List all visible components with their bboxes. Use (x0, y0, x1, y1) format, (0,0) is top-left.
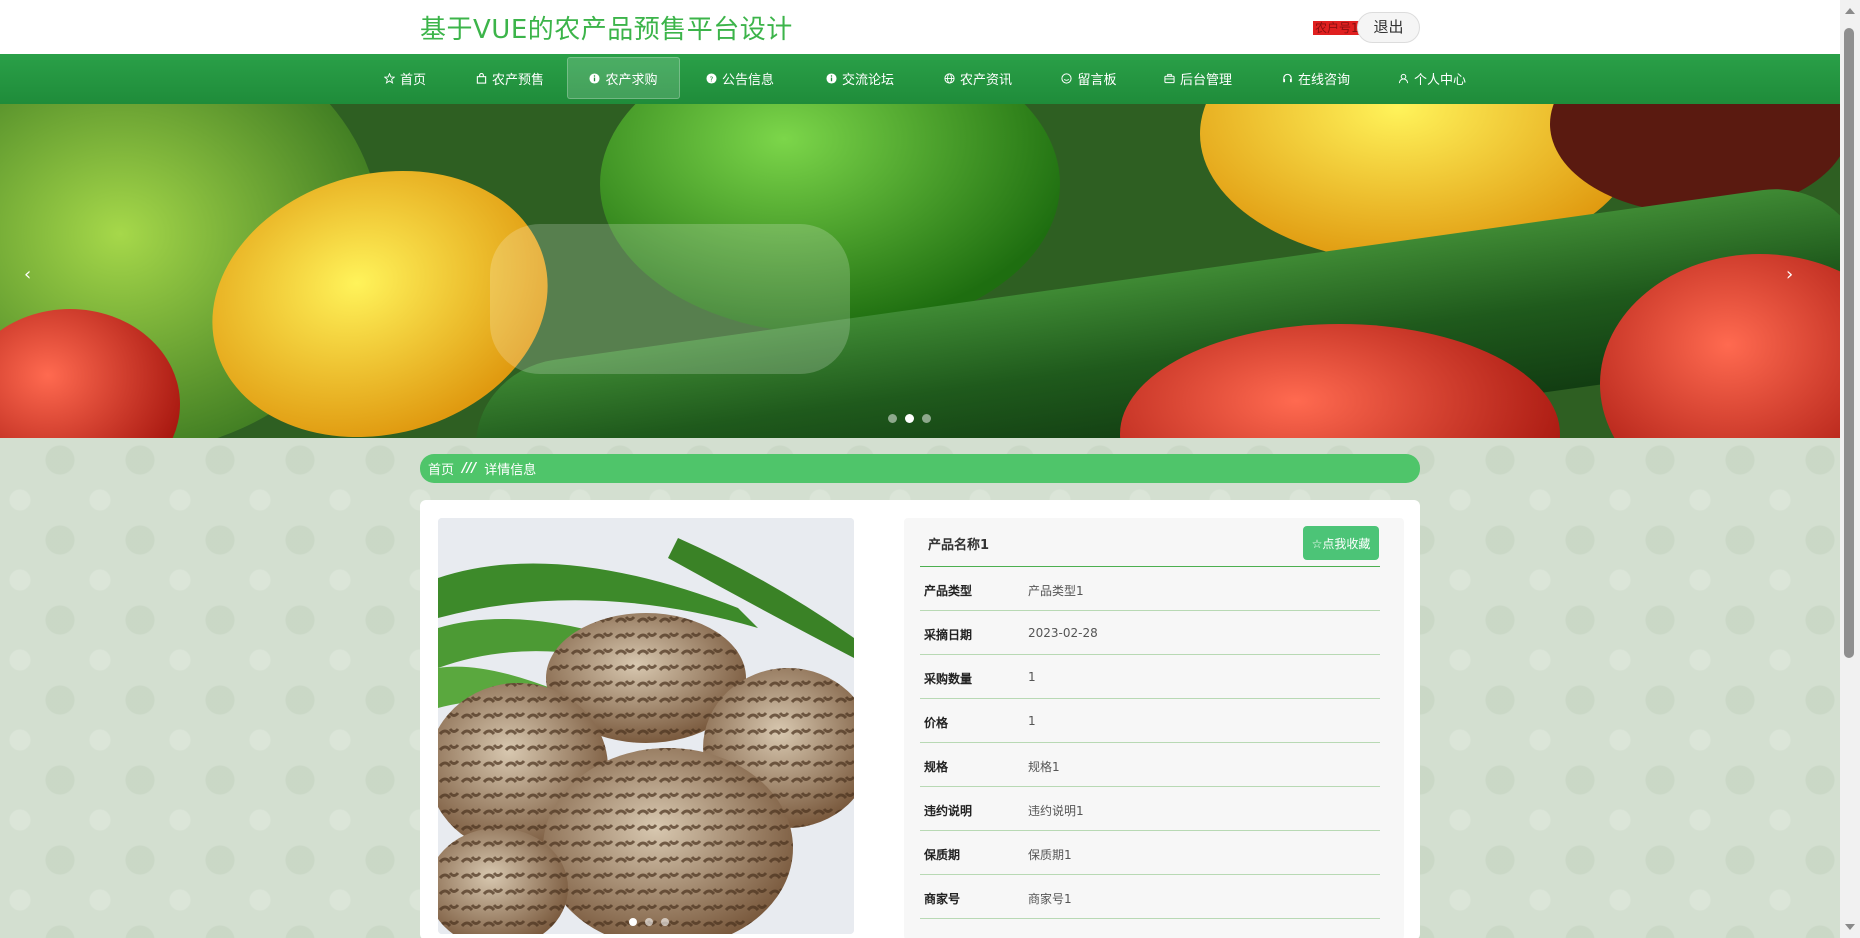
nav-item-admin[interactable]: 后台管理 (1158, 57, 1238, 99)
image-dots (629, 918, 669, 926)
detail-key: 产品类型 (924, 584, 973, 598)
detail-value: 保质期1 (1028, 848, 1072, 862)
banner-dot[interactable] (922, 414, 931, 423)
nav-item-purchase[interactable]: 农产求购 (567, 57, 680, 99)
banner-carousel: ‹ › (0, 104, 1840, 438)
banner-image (0, 104, 1840, 438)
info-icon (589, 72, 601, 84)
banner-dots (888, 414, 931, 423)
nav-item-label: 农产资讯 (959, 72, 1012, 88)
briefcase-icon (1164, 73, 1175, 83)
image-dot[interactable] (661, 918, 669, 926)
nav-item-notices[interactable]: ? 公告信息 (700, 57, 780, 99)
product-details-panel: 产品名称1 ☆点我收藏 产品类型 产品类型1 采摘日期 2023-02-28 采… (904, 518, 1404, 938)
nav-item-forum[interactable]: 交流论坛 (820, 57, 900, 99)
detail-key: 保质期 (924, 848, 961, 862)
detail-key: 采摘日期 (924, 628, 973, 642)
current-user-name: 农户号1 (1313, 21, 1361, 35)
nav-item-label: 农产预售 (491, 72, 544, 88)
top-header: 基于VUE的农产品预售平台设计 农户号1 退出 (0, 0, 1840, 54)
image-dot-active[interactable] (629, 918, 637, 926)
nav-item-label: 后台管理 (1179, 72, 1232, 88)
product-image (438, 518, 854, 934)
star-icon (383, 72, 395, 84)
image-dot[interactable] (645, 918, 653, 926)
detail-value: 1 (1028, 714, 1036, 728)
detail-value: 产品类型1 (1028, 584, 1084, 598)
detail-row-pick-date: 采摘日期 2023-02-28 (920, 611, 1380, 655)
favorite-button[interactable]: ☆点我收藏 (1303, 526, 1379, 560)
message-icon (1061, 72, 1073, 84)
banner-dot-active[interactable] (905, 414, 914, 423)
banner-dot[interactable] (888, 414, 897, 423)
logout-button[interactable]: 退出 (1357, 12, 1420, 43)
scroll-up-icon[interactable] (1845, 8, 1855, 14)
main-nav: 首页 农产预售 农产求购 ? 公告信息 交流论坛 农产资讯 留言板 后台管理 在… (0, 54, 1840, 104)
detail-value: 商家号1 (1028, 892, 1072, 906)
scroll-down-icon[interactable] (1845, 924, 1855, 930)
detail-value: 1 (1028, 670, 1036, 684)
nav-item-label: 公告信息 (721, 72, 774, 88)
nav-item-profile[interactable]: 个人中心 (1392, 57, 1472, 99)
globe-icon (944, 72, 955, 84)
nav-item-label: 首页 (399, 72, 426, 88)
nav-item-presale[interactable]: 农产预售 (460, 57, 560, 99)
user-icon (1398, 73, 1409, 83)
product-name: 产品名称1 (928, 538, 990, 553)
detail-key: 商家号 (924, 892, 961, 906)
detail-key: 违约说明 (924, 804, 973, 818)
detail-row-breach: 违约说明 违约说明1 (920, 787, 1380, 831)
detail-row-shelf-life: 保质期 保质期1 (920, 831, 1380, 875)
nav-item-home[interactable]: 首页 (370, 57, 440, 99)
nav-item-label: 在线咨询 (1297, 72, 1350, 88)
breadcrumb-home[interactable]: 首页 (428, 459, 454, 478)
detail-key: 采购数量 (924, 672, 973, 686)
detail-value: 违约说明1 (1028, 804, 1084, 818)
nav-item-label: 个人中心 (1413, 72, 1466, 88)
scroll-thumb[interactable] (1844, 28, 1854, 658)
breadcrumb: 首页 /// 详情信息 (420, 454, 1420, 483)
site-title: 基于VUE的农产品预售平台设计 (420, 15, 793, 45)
detail-key: 规格 (924, 760, 949, 774)
headset-icon (1283, 73, 1292, 82)
nav-item-label: 留言板 (1077, 72, 1117, 88)
detail-row-quantity: 采购数量 1 (920, 655, 1380, 699)
detail-value: 规格1 (1028, 760, 1060, 774)
detail-row-product-type: 产品类型 产品类型1 (920, 567, 1380, 611)
breadcrumb-current: 详情信息 (484, 463, 537, 478)
question-icon: ? (706, 72, 717, 84)
banner-prev-arrow[interactable]: ‹ (24, 264, 31, 285)
detail-value: 2023-02-28 (1028, 626, 1098, 640)
nav-item-label: 交流论坛 (841, 72, 894, 88)
product-image-carousel[interactable] (438, 518, 854, 934)
page-scrollbar[interactable] (1840, 0, 1860, 938)
bag-icon (476, 72, 487, 84)
svg-text:?: ? (710, 74, 714, 83)
detail-row-price: 价格 1 (920, 699, 1380, 743)
detail-row-merchant-no: 商家号 商家号1 (920, 875, 1380, 919)
detail-row-spec: 规格 规格1 (920, 743, 1380, 787)
info-icon (826, 72, 837, 84)
detail-key: 价格 (924, 716, 949, 730)
nav-item-consult[interactable]: 在线咨询 (1276, 57, 1356, 99)
nav-item-label: 农产求购 (605, 72, 658, 88)
banner-next-arrow[interactable]: › (1786, 264, 1793, 285)
breadcrumb-separator: /// (462, 461, 477, 476)
product-detail-card: 产品名称1 ☆点我收藏 产品类型 产品类型1 采摘日期 2023-02-28 采… (420, 500, 1420, 938)
nav-item-news[interactable]: 农产资讯 (938, 57, 1018, 99)
nav-item-messages[interactable]: 留言板 (1054, 57, 1124, 99)
